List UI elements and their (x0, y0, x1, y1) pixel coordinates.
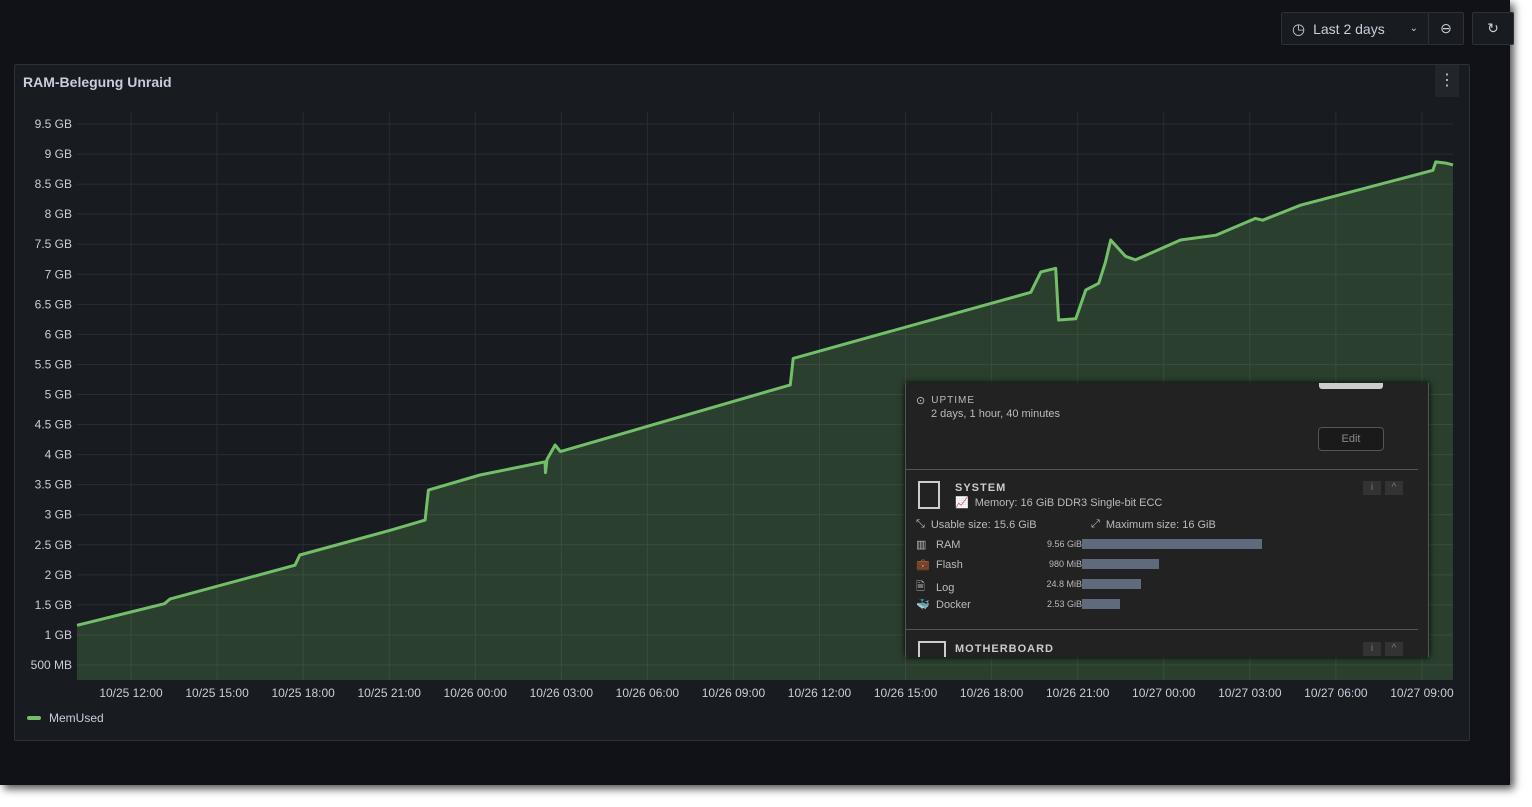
x-tick-label: 10/25 15:00 (185, 686, 249, 700)
x-tick-label: 10/26 15:00 (874, 686, 938, 700)
system-title: SYSTEM (955, 482, 1007, 494)
time-range-label: Last 2 days (1313, 20, 1385, 37)
motherboard-icon (918, 641, 946, 657)
usable-size: Usable size: 15.6 GiB (930, 518, 1037, 531)
chart-icon: 📈 (955, 497, 969, 509)
storage-row-flash: 💼 Flash (916, 558, 963, 572)
usage-bar (1082, 559, 1160, 569)
row-value: 24.8 MiB (1046, 579, 1082, 589)
zoom-out-button[interactable]: ⊖ (1428, 12, 1464, 45)
row-value: 2.53 GiB (1046, 599, 1082, 609)
info-button[interactable]: i (1363, 642, 1381, 656)
x-tick-label: 10/26 06:00 (616, 686, 680, 700)
edit-button[interactable]: Edit (1318, 427, 1384, 451)
motherboard-title: MOTHERBOARD (955, 643, 1054, 655)
uptime-value: 2 days, 1 hour, 40 minutes (931, 408, 1061, 420)
y-tick-label: 2.5 GB (35, 538, 72, 552)
y-tick-label: 3.5 GB (35, 478, 72, 492)
y-tick-label: 5 GB (45, 387, 72, 401)
x-tick-label: 10/26 21:00 (1046, 686, 1110, 700)
shrink-icon: ⤡ (916, 518, 925, 530)
y-tick-label: 9 GB (45, 147, 72, 161)
clock-icon: ⊙ (916, 395, 926, 407)
x-tick-label: 10/26 18:00 (960, 686, 1024, 700)
x-tick-label: 10/25 18:00 (271, 686, 335, 700)
image-thumbnail (1319, 383, 1383, 389)
usage-bar (1082, 579, 1142, 589)
x-tick-label: 10/27 00:00 (1132, 686, 1196, 700)
clock-icon: ◷ (1292, 20, 1306, 38)
y-tick-label: 9.5 GB (35, 117, 72, 131)
y-tick-label: 8.5 GB (35, 177, 72, 191)
legend-item[interactable]: MemUsed (27, 711, 104, 725)
usage-bar (1082, 539, 1262, 549)
x-tick-label: 10/26 00:00 (444, 686, 508, 700)
y-tick-label: 7 GB (45, 267, 72, 281)
legend-label: MemUsed (49, 711, 104, 725)
row-value: 9.56 GiB (1046, 539, 1082, 549)
docker-icon: 🐳 (916, 599, 930, 611)
y-tick-label: 7.5 GB (35, 237, 72, 251)
chevron-down-icon: ⌄ (1409, 23, 1418, 34)
refresh-icon: ↻ (1487, 20, 1499, 36)
y-tick-label: 6 GB (45, 327, 72, 341)
ram-icon: ▥ (916, 539, 927, 551)
storage-row-docker: 🐳 Docker (916, 598, 971, 612)
uptime-label: UPTIME (931, 395, 975, 406)
x-tick-label: 10/25 21:00 (358, 686, 422, 700)
usage-bar (1082, 599, 1120, 609)
row-label: Log (936, 581, 955, 594)
flash-icon: 💼 (916, 559, 930, 571)
zoom-out-icon: ⊖ (1440, 20, 1452, 36)
legend-swatch (27, 716, 41, 720)
row-label: Flash (936, 558, 963, 571)
y-tick-label: 1.5 GB (35, 598, 72, 612)
chip-icon (918, 481, 940, 509)
collapse-button[interactable]: ^ (1385, 481, 1403, 495)
refresh-button[interactable]: ↻ (1472, 12, 1514, 45)
y-tick-label: 2 GB (45, 568, 72, 582)
info-button[interactable]: i (1363, 481, 1381, 495)
y-tick-label: 8 GB (45, 207, 72, 221)
y-tick-label: 500 MB (31, 658, 72, 672)
y-tick-label: 5.5 GB (35, 357, 72, 371)
storage-row-ram: ▥ RAM (916, 538, 961, 552)
y-tick-label: 4 GB (45, 448, 72, 462)
x-tick-label: 10/27 03:00 (1218, 686, 1282, 700)
unraid-overlay-screenshot: ⊙ UPTIME 2 days, 1 hour, 40 minutes Edit … (905, 383, 1429, 657)
storage-row-log: 🗎 Log (916, 578, 954, 597)
log-icon: 🗎 (916, 581, 925, 593)
row-label: RAM (936, 538, 961, 551)
x-tick-label: 10/25 12:00 (99, 686, 163, 700)
x-tick-label: 10/27 06:00 (1304, 686, 1368, 700)
y-tick-label: 3 GB (45, 508, 72, 522)
time-range-picker[interactable]: ◷ Last 2 days ⌄ (1281, 12, 1429, 45)
x-tick-label: 10/27 09:00 (1390, 686, 1454, 700)
grafana-dashboard: ◷ Last 2 days ⌄ ⊖ ↻ RAM-Belegung Unraid … (0, 0, 1514, 785)
y-tick-label: 6.5 GB (35, 297, 72, 311)
row-label: Docker (936, 598, 971, 611)
expand-icon: ⤢ (1091, 518, 1100, 530)
collapse-button[interactable]: ^ (1385, 642, 1403, 656)
row-value: 980 MiB (1048, 559, 1082, 569)
memory-line: Memory: 16 GiB DDR3 Single-bit ECC (974, 496, 1163, 509)
x-tick-label: 10/26 12:00 (788, 686, 852, 700)
y-tick-label: 4.5 GB (35, 418, 72, 432)
maximum-size: Maximum size: 16 GiB (1105, 518, 1216, 531)
x-tick-label: 10/26 03:00 (530, 686, 594, 700)
x-tick-label: 10/26 09:00 (702, 686, 766, 700)
y-tick-label: 1 GB (45, 628, 72, 642)
